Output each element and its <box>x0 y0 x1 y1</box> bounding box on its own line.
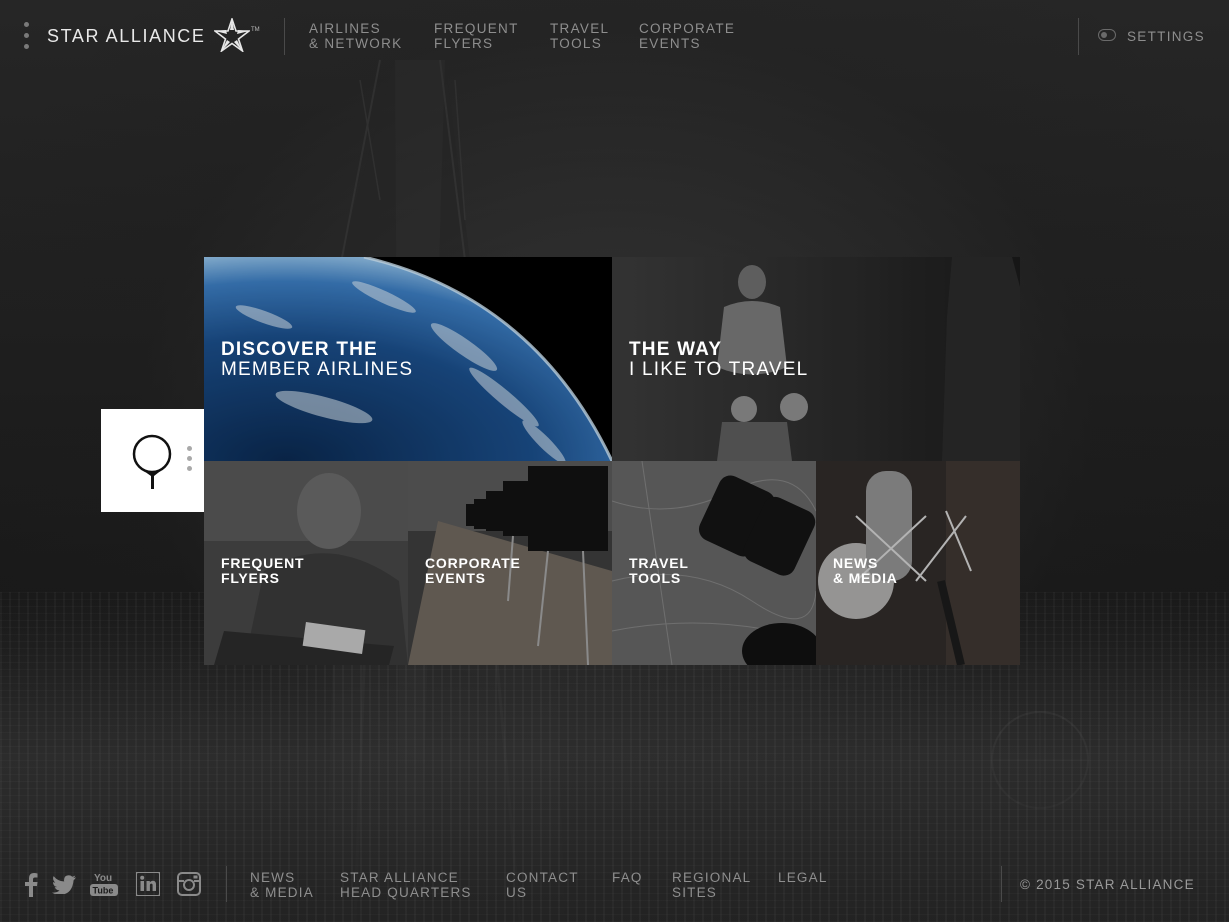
footer-link-faq[interactable]: FAQ <box>612 870 643 885</box>
star-alliance-logo-icon[interactable] <box>214 18 250 52</box>
nav-corporate-events[interactable]: CORPORATE EVENTS <box>639 21 735 51</box>
tile-label: CORPORATE EVENTS <box>425 556 521 585</box>
panel-handle-dots-icon[interactable] <box>187 446 192 471</box>
footer-divider-right <box>1001 866 1002 902</box>
tile-label: TRAVEL TOOLS <box>629 556 689 585</box>
tile-label: FREQUENT FLYERS <box>221 556 304 585</box>
nav-label-line2: EVENTS <box>639 36 701 51</box>
settings-link[interactable]: SETTINGS <box>1127 29 1205 44</box>
twitter-icon[interactable] <box>52 875 76 894</box>
footer-link-line1: NEWS <box>250 870 296 885</box>
footer-link-legal[interactable]: LEGAL <box>778 870 828 885</box>
footer-link-line2: HEAD QUARTERS <box>340 885 472 900</box>
tile-travel-tools[interactable]: TRAVEL TOOLS <box>612 461 816 665</box>
footer-link-line1: LEGAL <box>778 870 828 885</box>
tile-label-line1: FREQUENT <box>221 555 305 571</box>
footer-link-regional-sites[interactable]: REGIONAL SITES <box>672 870 751 900</box>
svg-text:Tube: Tube <box>93 886 114 896</box>
footer-divider <box>226 866 227 902</box>
settings-divider <box>1078 18 1079 55</box>
tile-label-line2: EVENTS <box>425 569 486 586</box>
trademark-mark: TM <box>251 27 260 33</box>
nav-label-line2: & NETWORK <box>309 36 403 51</box>
footer-link-line1: FAQ <box>612 870 643 885</box>
tile-label-line2: FLYERS <box>221 569 280 586</box>
tile-label-line2: TOOLS <box>629 569 681 586</box>
tile-discover-member-airlines[interactable]: DISCOVER THE MEMBER AIRLINES <box>204 257 612 461</box>
tile-the-way-i-like-to-travel[interactable]: THE WAY I LIKE TO TRAVEL <box>612 257 1020 461</box>
tile-label: NEWS & MEDIA <box>833 556 898 585</box>
top-navigation: STAR ALLIANCE TM AIRLINES & NETWORK FREQ… <box>0 0 1229 72</box>
footer-link-line1: CONTACT <box>506 870 579 885</box>
nav-airlines-network[interactable]: AIRLINES & NETWORK <box>309 21 402 51</box>
footer-link-news-media[interactable]: NEWS & MEDIA <box>250 870 314 900</box>
nav-label-line2: TOOLS <box>550 36 603 51</box>
footer-link-line2: & MEDIA <box>250 885 314 900</box>
nav-divider <box>284 18 285 55</box>
tile-corporate-events[interactable]: CORPORATE EVENTS <box>408 461 612 665</box>
tile-label-line1: TRAVEL <box>629 555 689 571</box>
svg-text:You: You <box>94 873 112 884</box>
facebook-icon[interactable] <box>24 872 38 897</box>
tile-label-bold: DISCOVER THE <box>221 339 378 360</box>
tile-label: THE WAY I LIKE TO TRAVEL <box>629 340 808 380</box>
brand-name[interactable]: STAR ALLIANCE <box>47 26 206 47</box>
tile-label-regular: I LIKE TO TRAVEL <box>629 359 809 380</box>
nav-travel-tools[interactable]: TRAVEL TOOLS <box>550 21 609 51</box>
tile-label-bold: THE WAY <box>629 339 723 360</box>
linkedin-icon[interactable] <box>136 872 160 896</box>
footer-link-line1: STAR ALLIANCE <box>340 870 459 885</box>
nav-label-line1: AIRLINES <box>309 21 381 36</box>
copyright-text: © 2015 STAR ALLIANCE <box>1020 877 1195 892</box>
tile-label-line1: CORPORATE <box>425 555 521 571</box>
footer-link-contact-us[interactable]: CONTACT US <box>506 870 579 900</box>
nav-label-line1: CORPORATE <box>639 21 736 36</box>
tile-news-media[interactable]: NEWS & MEDIA <box>816 461 1020 665</box>
tile-frequent-flyers[interactable]: FREQUENT FLYERS <box>204 461 408 665</box>
instagram-icon[interactable] <box>177 872 201 896</box>
menu-dots-icon[interactable] <box>24 22 29 49</box>
tile-label: DISCOVER THE MEMBER AIRLINES <box>221 340 413 380</box>
footer-link-line1: REGIONAL <box>672 870 752 885</box>
nav-label-line2: FLYERS <box>434 36 494 51</box>
footer-link-line2: SITES <box>672 885 718 900</box>
settings-toggle[interactable] <box>1098 29 1116 41</box>
nav-label-line1: TRAVEL <box>550 21 610 36</box>
tile-label-line2: & MEDIA <box>833 569 898 586</box>
nav-frequent-flyers[interactable]: FREQUENT FLYERS <box>434 21 519 51</box>
footer-link-line2: US <box>506 885 528 900</box>
footer-link-headquarters[interactable]: STAR ALLIANCE HEAD QUARTERS <box>340 870 472 900</box>
nav-label-line1: FREQUENT <box>434 21 519 36</box>
youtube-icon[interactable]: You Tube <box>89 872 119 897</box>
tile-label-regular: MEMBER AIRLINES <box>221 359 414 380</box>
tile-label-line1: NEWS <box>833 555 879 571</box>
